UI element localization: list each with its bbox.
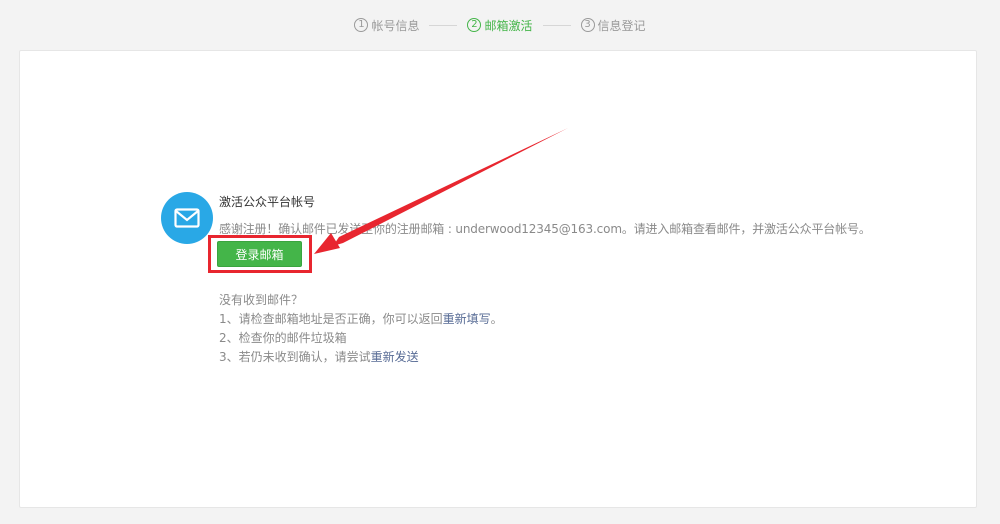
help-line-1: 1、请检查邮箱地址是否正确，你可以返回重新填写。 [219,310,503,329]
help-line-3-text: 3、若仍未收到确认，请尝试 [219,350,371,364]
step-number: 2 [467,18,482,32]
help-line-3: 3、若仍未收到确认，请尝试重新发送 [219,348,503,367]
step-indicator: 1 帐号信息 2 邮箱激活 3 信息登记 [0,0,1000,50]
step-divider [542,24,571,26]
refill-link[interactable]: 重新填写 [443,312,491,326]
step-number: 3 [580,18,595,32]
step-number: 1 [354,18,369,32]
login-mailbox-button[interactable]: 登录邮箱 [217,241,302,267]
step-divider [429,24,458,26]
step-label: 信息登记 [597,18,646,33]
step-account-info: 1 帐号信息 [354,17,419,34]
step-label: 帐号信息 [371,18,420,33]
step-email-activation: 2 邮箱激活 [467,17,533,34]
activation-title: 激活公众平台帐号 [219,195,316,209]
resend-link[interactable]: 重新发送 [371,350,419,364]
activation-card: 激活公众平台帐号 感谢注册！确认邮件已发送至你的注册邮箱 : underwood… [19,50,977,508]
mail-icon [161,192,213,244]
activation-description: 感谢注册！确认邮件已发送至你的注册邮箱 : underwood12345@163… [219,222,871,236]
help-line-1-text: 1、请检查邮箱地址是否正确，你可以返回 [219,312,443,326]
step-label: 邮箱激活 [484,18,533,33]
help-heading: 没有收到邮件？ [219,293,304,307]
help-line-2: 2、检查你的邮件垃圾箱 [219,331,347,345]
step-info-registration: 3 信息登记 [580,17,646,34]
help-section: 没有收到邮件？ 1、请检查邮箱地址是否正确，你可以返回重新填写。 2、检查你的邮… [219,291,503,367]
help-line-1-suffix: 。 [490,312,503,326]
